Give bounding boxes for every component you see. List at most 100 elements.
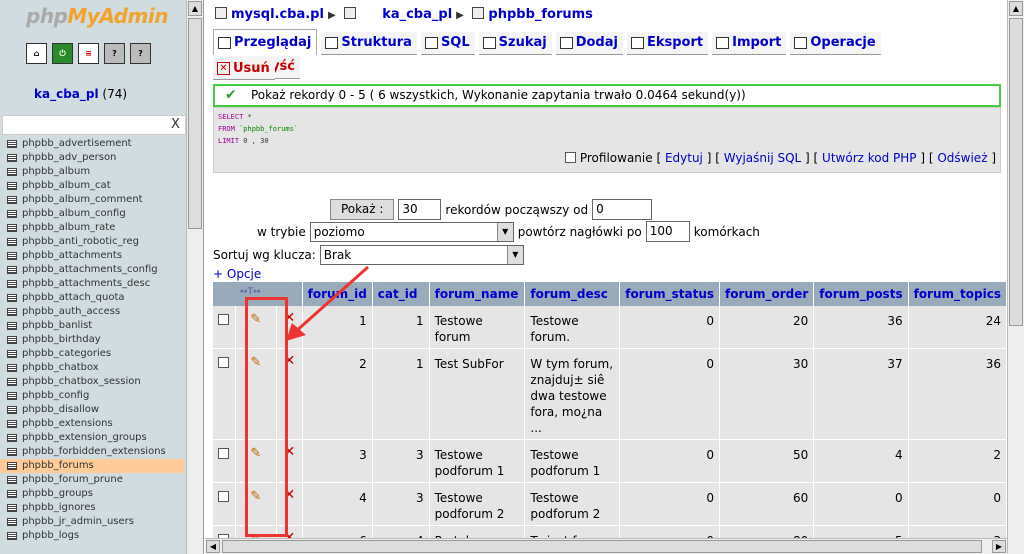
row-checkbox[interactable] — [218, 314, 230, 325]
sql-icon[interactable]: ≡ — [78, 43, 99, 64]
sidebar-table-label[interactable]: phpbb_adv_person — [22, 152, 116, 163]
scroll-up-icon[interactable]: ▲ — [188, 1, 202, 16]
options-link[interactable]: + Opcje — [213, 267, 261, 281]
table-icon[interactable] — [7, 308, 17, 316]
help-icon[interactable]: ? — [104, 43, 125, 64]
sidebar-table-label[interactable]: phpbb_banlist — [22, 320, 92, 331]
sidebar-table-item[interactable]: phpbb_ignores — [0, 501, 184, 515]
column-header[interactable]: forum_desc — [524, 282, 621, 306]
sidebar-table-item[interactable]: phpbb_extension_groups — [0, 431, 184, 445]
table-icon[interactable] — [7, 210, 17, 218]
sidebar-table-label[interactable]: phpbb_attachments_config — [22, 264, 158, 275]
tab-import[interactable]: Import — [712, 31, 787, 55]
tab-drop[interactable]: ✕ Usuń — [213, 58, 275, 80]
sidebar-table-label[interactable]: phpbb_anti_robotic_reg — [22, 236, 139, 247]
tab-operations[interactable]: Operacje — [790, 31, 881, 55]
sidebar-table-item[interactable]: phpbb_auth_access — [0, 305, 184, 319]
sidebar-table-item[interactable]: phpbb_categories — [0, 347, 184, 361]
sidebar-table-item[interactable]: phpbb_config — [0, 389, 184, 403]
row-checkbox[interactable] — [218, 491, 230, 502]
sidebar-table-label[interactable]: phpbb_advertisement — [22, 138, 132, 149]
sidebar-table-item[interactable]: phpbb_banlist — [0, 319, 184, 333]
sidebar-table-item[interactable]: phpbb_advertisement — [0, 137, 184, 151]
sidebar-table-label[interactable]: phpbb_disallow — [22, 404, 99, 415]
table-icon[interactable] — [7, 392, 17, 400]
table-icon[interactable] — [7, 364, 17, 372]
sidebar-table-item[interactable]: phpbb_forum_prune — [0, 473, 184, 487]
sidebar-table-item[interactable]: phpbb_album_comment — [0, 193, 184, 207]
sidebar-table-item[interactable]: phpbb_attachments_config — [0, 263, 184, 277]
breadcrumb-table[interactable]: phpbb_forums — [488, 7, 593, 22]
table-icon[interactable] — [7, 238, 17, 246]
sidebar-table-label[interactable]: phpbb_logs — [22, 530, 79, 541]
sidebar-table-label[interactable]: phpbb_attachments_desc — [22, 278, 150, 289]
table-icon[interactable] — [7, 294, 17, 302]
column-header[interactable]: forum_status — [619, 282, 721, 306]
sidebar-table-item[interactable]: phpbb_attach_quota — [0, 291, 184, 305]
table-icon[interactable] — [7, 280, 17, 288]
sidebar-table-label[interactable]: phpbb_ignores — [22, 502, 96, 513]
sidebar-table-item[interactable]: phpbb_birthday — [0, 333, 184, 347]
sidebar-table-label[interactable]: phpbb_attachments — [22, 250, 122, 261]
sidebar-table-label[interactable]: phpbb_groups — [22, 488, 93, 499]
table-icon[interactable] — [7, 266, 17, 274]
scroll-thumb[interactable] — [188, 18, 202, 229]
sidebar-table-item[interactable]: phpbb_groups — [0, 487, 184, 501]
column-header[interactable]: forum_name — [429, 282, 526, 306]
table-icon[interactable] — [7, 350, 17, 358]
sidebar-table-label[interactable]: phpbb_forbidden_extensions — [22, 446, 166, 457]
sidebar-table-item[interactable]: phpbb_adv_person — [0, 151, 184, 165]
clear-filter-button[interactable]: X — [171, 117, 180, 132]
table-icon[interactable] — [7, 476, 17, 484]
sidebar-table-label[interactable]: phpbb_album_comment — [22, 194, 143, 205]
main-vertical-scrollbar[interactable]: ▲ — [1007, 0, 1024, 554]
breadcrumb-server[interactable]: mysql.cba.pl — [231, 7, 324, 22]
sidebar-table-label[interactable]: phpbb_extension_groups — [22, 432, 147, 443]
table-icon[interactable] — [7, 448, 17, 456]
sidebar-table-label[interactable]: phpbb_album_cat — [22, 180, 111, 191]
scroll-right-icon[interactable]: ▶ — [992, 540, 1006, 553]
breadcrumb-database[interactable]: ka_cba_pl — [382, 7, 452, 22]
table-icon[interactable] — [7, 532, 17, 540]
sidebar-table-label[interactable]: phpbb_attach_quota — [22, 292, 125, 303]
show-button[interactable]: Pokaż : — [330, 199, 395, 220]
explain-link[interactable]: Wyjaśnij SQL — [724, 151, 802, 165]
sidebar-table-item[interactable]: phpbb_chatbox_session — [0, 375, 184, 389]
sidebar-table-label[interactable]: phpbb_forum_prune — [22, 474, 123, 485]
repeat-input[interactable]: 100 — [645, 221, 690, 242]
table-icon[interactable] — [7, 182, 17, 190]
tab-search[interactable]: Szukaj — [478, 31, 552, 55]
column-resize-icon[interactable]: ↔T↔ — [240, 287, 261, 297]
rows-input[interactable]: 30 — [398, 199, 442, 220]
sidebar-table-item[interactable]: phpbb_album_config — [0, 207, 184, 221]
database-link[interactable]: ka_cba_pl — [34, 87, 99, 101]
sidebar-table-label[interactable]: phpbb_extensions — [22, 418, 113, 429]
sort-select[interactable]: Brak ▼ — [319, 245, 524, 265]
sidebar-table-item[interactable]: phpbb_anti_robotic_reg — [0, 235, 184, 249]
row-checkbox[interactable] — [218, 357, 230, 368]
scroll-thumb[interactable] — [222, 540, 982, 553]
table-icon[interactable] — [7, 154, 17, 162]
sidebar-table-item[interactable]: phpbb_extensions — [0, 417, 184, 431]
table-icon[interactable] — [7, 252, 17, 260]
scroll-left-icon[interactable]: ◀ — [206, 540, 220, 553]
tab-structure[interactable]: Struktura — [321, 31, 417, 55]
sidebar-table-label[interactable]: phpbb_jr_admin_users — [22, 516, 134, 527]
scroll-thumb[interactable] — [1009, 18, 1023, 326]
profiling-checkbox[interactable] — [564, 152, 576, 163]
column-header[interactable]: forum_topics — [908, 282, 1007, 306]
edit-link[interactable]: Edytuj — [665, 151, 703, 165]
sidebar-table-item[interactable]: phpbb_forbidden_extensions — [0, 445, 184, 459]
sidebar-table-item[interactable]: phpbb_forums — [0, 459, 184, 473]
column-header[interactable]: forum_posts — [813, 282, 909, 306]
sidebar-table-label[interactable]: phpbb_album_rate — [22, 222, 115, 233]
table-icon[interactable] — [7, 462, 17, 470]
sidebar-table-item[interactable]: phpbb_attachments — [0, 249, 184, 263]
sidebar-table-label[interactable]: phpbb_chatbox — [22, 362, 99, 373]
table-icon[interactable] — [7, 322, 17, 330]
sidebar-table-label[interactable]: phpbb_birthday — [22, 334, 101, 345]
home-icon[interactable]: ⌂ — [26, 43, 47, 64]
sidebar-table-label[interactable]: phpbb_forums — [22, 460, 94, 471]
table-icon[interactable] — [7, 420, 17, 428]
sidebar-table-label[interactable]: phpbb_chatbox_session — [22, 376, 141, 387]
